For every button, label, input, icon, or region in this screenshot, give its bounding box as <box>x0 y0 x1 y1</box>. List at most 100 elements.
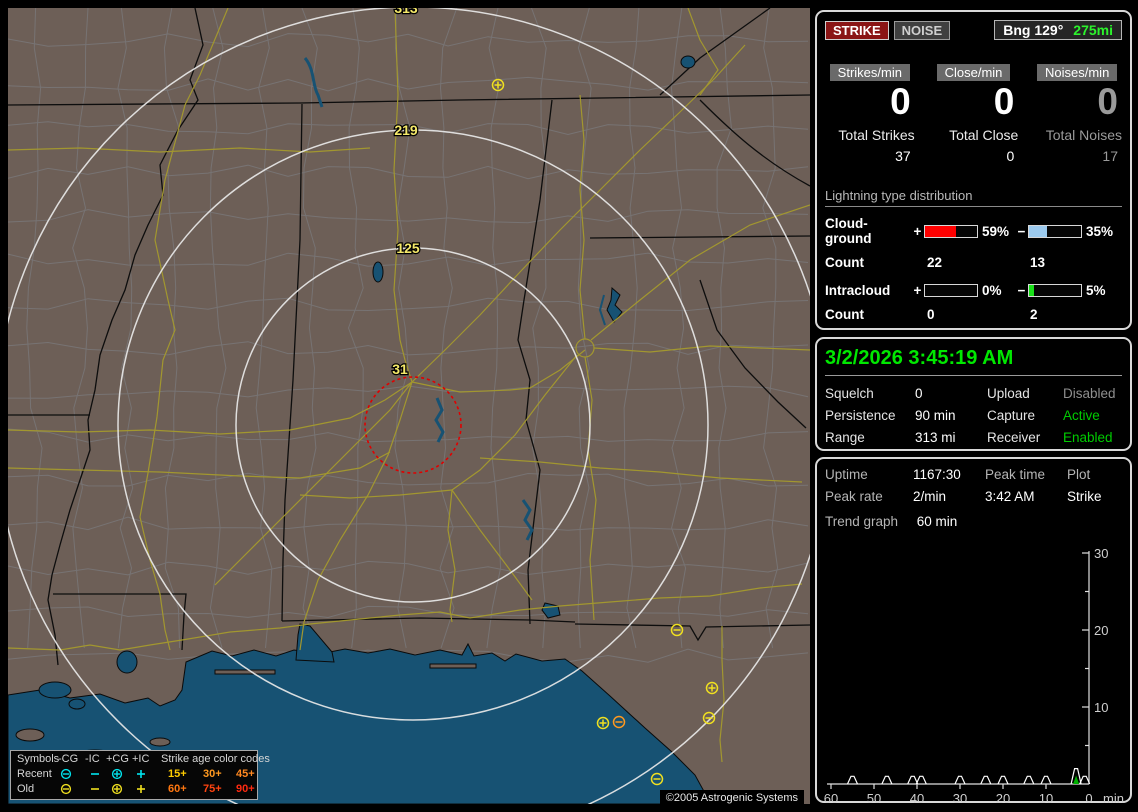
noises-per-min-label: Noises/min <box>1037 64 1118 81</box>
strikes-counter-column: Strikes/min 0 Total Strikes 37 <box>825 64 915 164</box>
current-datetime: 3/2/2026 3:45:19 AM <box>825 347 1122 376</box>
strike-toggle-button[interactable]: STRIKE <box>825 20 889 40</box>
capture-status: Active <box>1063 408 1100 423</box>
ic-count-label: Count <box>825 307 864 322</box>
svg-text:219: 219 <box>394 122 418 138</box>
close-per-min-value: 0 <box>993 81 1015 122</box>
lake <box>116 650 138 674</box>
capture-label: Capture <box>987 408 1036 423</box>
ic-positive-bar <box>924 284 978 297</box>
cg-negative-bar <box>1028 224 1082 238</box>
total-noises-label: Total Noises <box>1045 127 1122 143</box>
trend-graph-label: Trend graph <box>825 514 899 529</box>
plus-sign: + <box>913 223 922 239</box>
plus-icon <box>135 768 147 780</box>
circle-minus-icon <box>60 768 72 780</box>
persistence-label: Persistence <box>825 408 896 423</box>
bearing-value: Bng 129° <box>1003 22 1064 38</box>
svg-text:125: 125 <box>396 240 420 256</box>
ic-positive-count: 0 <box>927 307 935 322</box>
cg-positive-count: 22 <box>927 255 943 270</box>
x-tick-60: 60 <box>824 791 838 806</box>
age-code-15: 15+ <box>168 768 187 780</box>
legend-age-header: Strike age color codes <box>161 753 270 765</box>
x-tick-50: 50 <box>867 791 881 806</box>
legend-col-+ic: +IC <box>132 753 150 765</box>
close-counter-column: Close/min 0 Total Close 0 <box>929 64 1019 164</box>
squelch-label: Squelch <box>825 386 874 401</box>
cg-positive-bar <box>924 224 978 238</box>
copyright-notice: ©2005 Astrogenic Systems <box>659 790 804 806</box>
distribution-title: Lightning type distribution <box>825 188 1122 207</box>
plot-label: Plot <box>1067 467 1091 482</box>
trend-graph: 10 20 30 60 50 40 30 20 10 0 min <box>824 546 1124 806</box>
legend-symbols-header: Symbols <box>17 753 60 765</box>
total-close-label: Total Close <box>949 127 1019 143</box>
bearing-readout: Bng 129° 275mi <box>994 20 1122 40</box>
age-code-60: 60+ <box>168 783 187 795</box>
cg-negative-pct: 35% <box>1086 223 1114 239</box>
trend-peaks <box>846 768 1091 785</box>
lightning-distribution-section: Lightning type distribution Cloud-ground… <box>825 188 1122 322</box>
distance-value: 275mi <box>1073 22 1113 38</box>
x-tick-20: 20 <box>996 791 1010 806</box>
map-canvas: 313 219 125 31 <box>8 8 810 804</box>
cg-count-label: Count <box>825 255 864 270</box>
persistence-value: 90 min <box>915 408 956 423</box>
lake <box>372 261 384 283</box>
upload-status: Disabled <box>1063 386 1116 401</box>
stormtracker-app: { "app": { "copyright": "©2005 Astrogeni… <box>0 0 1138 812</box>
svg-text:313: 313 <box>394 8 418 16</box>
y-tick-30: 30 <box>1094 546 1108 561</box>
peak-rate-label: Peak rate <box>825 489 883 504</box>
ic-negative-count: 2 <box>1030 307 1038 322</box>
receiver-status: Enabled <box>1063 430 1113 445</box>
upload-label: Upload <box>987 386 1030 401</box>
legend-col--ic: -IC <box>85 753 100 765</box>
close-per-min-label: Close/min <box>936 64 1011 81</box>
statistics-panel: Uptime 1167:30 Peak time Plot Peak rate … <box>815 457 1132 806</box>
total-strikes-label: Total Strikes <box>838 127 915 143</box>
range-label: Range <box>825 430 865 445</box>
total-strikes-value: 37 <box>895 148 911 164</box>
y-tick-10: 10 <box>1094 700 1108 715</box>
minus-sign: − <box>1017 223 1026 239</box>
peak-rate-value: 2/min <box>913 489 947 504</box>
uptime-value: 1167:30 <box>913 467 961 482</box>
age-code-75: 75+ <box>203 783 222 795</box>
legend-old-label: Old <box>17 783 35 795</box>
y-tick-20: 20 <box>1094 623 1108 638</box>
lake <box>68 698 86 710</box>
peak-time-label: Peak time <box>985 467 1046 482</box>
x-tick-30: 30 <box>953 791 967 806</box>
squelch-value: 0 <box>915 386 923 401</box>
ic-positive-pct: 0% <box>982 283 1002 298</box>
ic-negative-bar <box>1028 284 1082 297</box>
x-tick-10: 10 <box>1039 791 1053 806</box>
svg-text:31: 31 <box>392 361 408 377</box>
status-panel: 3/2/2026 3:45:19 AM Squelch 0 Upload Dis… <box>815 337 1132 451</box>
plus-sign: + <box>913 283 922 298</box>
receiver-label: Receiver <box>987 430 1041 445</box>
noises-counter-column: Noises/min 0 Total Noises 17 <box>1032 64 1122 164</box>
symbol-legend: Symbols -CG -IC +CG +IC Strike age color… <box>10 750 270 800</box>
total-close-value: 0 <box>1006 148 1015 164</box>
strikes-per-min-value: 0 <box>890 81 911 122</box>
noises-per-min-value: 0 <box>1097 81 1118 122</box>
age-code-45: 45+ <box>236 768 255 780</box>
x-tick-40: 40 <box>910 791 924 806</box>
intracloud-label: Intracloud <box>825 283 891 298</box>
radar-map[interactable]: 313 219 125 31 ©2005 Astrogenic Systems … <box>8 8 810 806</box>
cg-positive-pct: 59% <box>982 223 1010 239</box>
cg-negative-count: 13 <box>1030 255 1046 270</box>
noise-toggle-button[interactable]: NOISE <box>893 20 951 40</box>
lake <box>38 681 72 699</box>
age-code-90: 90+ <box>236 783 255 795</box>
lake <box>680 55 696 69</box>
minus-icon <box>89 783 101 795</box>
peak-time-value: 3:42 AM <box>985 489 1035 504</box>
trend-window-value: 60 min <box>916 514 958 529</box>
minus-sign: − <box>1017 283 1026 298</box>
ic-negative-pct: 5% <box>1086 283 1106 298</box>
age-code-30: 30+ <box>203 768 222 780</box>
